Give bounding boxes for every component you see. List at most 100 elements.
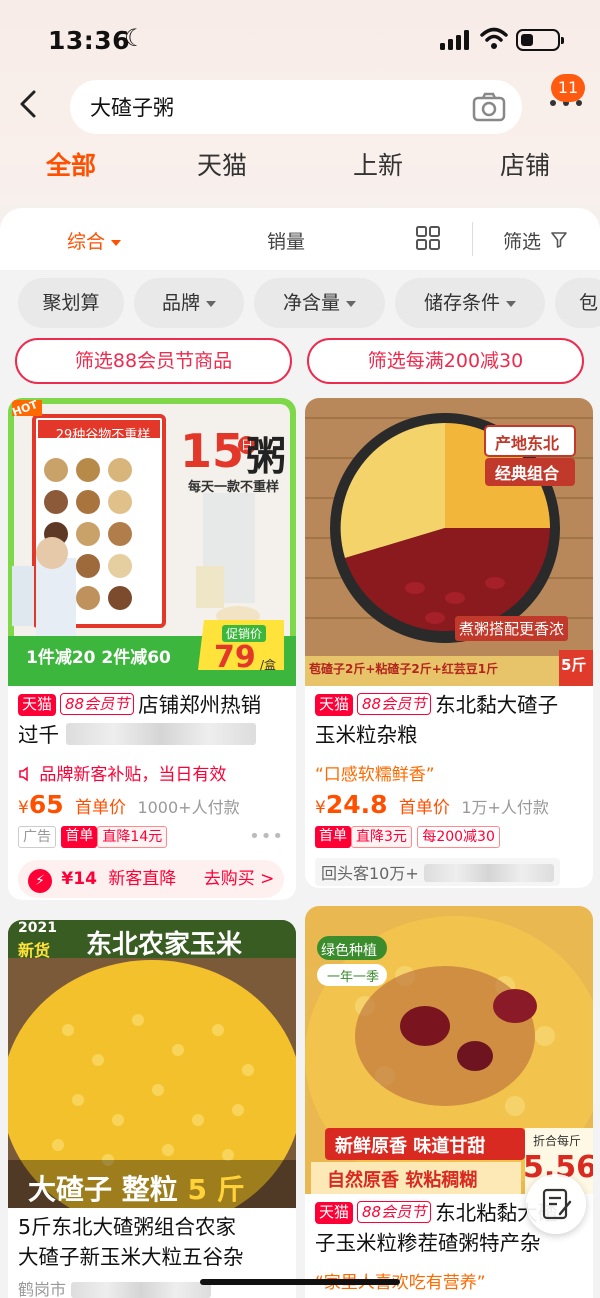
price-row: ¥24.8 首单价 1万+人付款 <box>315 790 549 819</box>
more-dots-icon[interactable]: ••• <box>249 826 284 847</box>
price-row: ¥65 首单价 1000+人付款 <box>18 790 240 819</box>
floating-edit-button[interactable] <box>526 1174 586 1234</box>
per-200-tag: 每200减30 <box>417 826 500 848</box>
image-new: 新货 <box>18 941 51 960</box>
image-year: 2021 <box>18 920 57 936</box>
signal-icon <box>440 30 469 50</box>
divider <box>472 222 473 256</box>
member-88-tag: 88会员节 <box>357 1201 432 1223</box>
filter-button[interactable]: 筛选 <box>503 227 541 254</box>
price: ¥24.8 <box>315 790 388 819</box>
image-caption-2: 自然原香 软粘稠糊 <box>327 1170 478 1191</box>
price-value: 65 <box>28 790 64 819</box>
image-banner: 29种谷物不重样 <box>55 428 151 443</box>
wifi-icon <box>480 27 508 49</box>
lightning-icon: ⚡ <box>28 869 52 893</box>
notification-badge: 11 <box>551 74 585 102</box>
image-promo: 1件减20 2件减60 <box>26 648 171 668</box>
coupon-amount: ¥14 <box>61 869 97 889</box>
filter-chips: 聚划算 品牌 净含量 储存条件 包 <box>0 278 600 328</box>
tab-new[interactable]: 上新 <box>353 146 403 182</box>
title-line-1: 店铺郑州热销 <box>138 693 262 717</box>
first-order-tag: 首单 <box>61 826 98 848</box>
price-value: 24.8 <box>325 790 388 819</box>
title-line-2: 过千 <box>18 723 59 747</box>
search-query: 大碴子粥 <box>90 96 174 120</box>
image-badge-green: 绿色种植 <box>321 943 377 959</box>
discount-tag: 直降14元 <box>97 826 168 848</box>
chip-brand-label: 品牌 <box>161 292 200 314</box>
product-card[interactable]: 绿色种植 一年一季 新鲜原香 味道甘甜 自然原香 软粘稠糊 折合每斤 5.56 … <box>305 906 593 1298</box>
product-card[interactable]: HOT 29种谷物不重样 15 日 粥 每天一款不重样 1件减20 2件减60 … <box>8 398 296 900</box>
status-bar: 13:36 ☾ <box>0 0 600 80</box>
member-88-tag: 88会员节 <box>357 693 432 715</box>
product-title: 天猫 88会员节 店铺郑州热销 过千 <box>18 690 290 750</box>
chip-package[interactable]: 包 <box>555 278 600 328</box>
image-badge-combo: 经典组合 <box>495 464 560 483</box>
image-badge-season: 一年一季 <box>327 970 380 985</box>
filter-88-member-button[interactable]: 筛选88会员节商品 <box>15 338 292 384</box>
edit-note-icon <box>542 1188 572 1220</box>
caret-down-icon <box>506 300 516 307</box>
image-bottom-a: 大碴子 整粒 <box>28 1173 178 1206</box>
first-order-tag: 首单 <box>315 826 351 848</box>
back-arrow-icon[interactable] <box>18 88 46 124</box>
image-price: 79 <box>214 640 256 675</box>
image-bottom-text: 大碴子 整粒 5 斤 <box>28 1168 245 1208</box>
price-note: 首单价 <box>75 798 127 818</box>
title-line-1: 东北黏大碴子 <box>435 693 559 717</box>
buy-now-link[interactable]: 去购买 > <box>204 869 275 889</box>
chip-brand[interactable]: 品牌 <box>134 278 244 328</box>
sort-comprehensive-label: 综合 <box>67 231 106 253</box>
notice-row: 品牌新客补贴，当日有效 <box>18 760 226 785</box>
tag-row: 广告 首单 直降14元 <box>18 826 168 848</box>
tag-row: 首单 直降3元 每200减30 <box>315 826 500 848</box>
image-big-number: 15 <box>180 424 245 478</box>
image-price-unit: /盒 <box>260 658 277 672</box>
blurred-text <box>423 864 554 882</box>
filter-discount-button[interactable]: 筛选每满200减30 <box>307 338 584 384</box>
caret-down-icon <box>346 300 356 307</box>
product-title: 天猫 88会员节 东北黏大碴子 玉米粒杂粮 <box>315 690 587 750</box>
product-title: 5斤东北大碴粥组合农家 大碴子新玉米大粒五谷杂 <box>18 1212 290 1272</box>
search-input[interactable]: 大碴子粥 <box>70 80 522 134</box>
grid-view-icon[interactable] <box>416 226 440 250</box>
product-image <box>8 920 296 1208</box>
status-time: 13:36 <box>48 26 131 55</box>
image-bottom-b: 5 斤 <box>187 1173 245 1206</box>
chip-juhuasuan[interactable]: 聚划算 <box>18 278 124 328</box>
image-banner: 东北农家玉米 <box>86 930 243 960</box>
tmall-tag: 天猫 <box>315 694 354 716</box>
coupon-row[interactable]: ⚡ ¥14 新客直降 去购买 > <box>18 860 284 898</box>
price-symbol: ¥ <box>18 798 29 818</box>
discount-tag: 直降3元 <box>351 826 412 848</box>
product-card[interactable]: 产地东北 经典组合 煮粥搭配更香浓 苞碴子2斤+粘碴子2斤+红芸豆1斤 5斤 天… <box>305 398 593 888</box>
price-symbol: ¥ <box>315 798 326 818</box>
member-88-tag: 88会员节 <box>60 693 135 715</box>
category-tabs: 全部 天猫 上新 店铺 <box>0 146 600 190</box>
funnel-icon[interactable] <box>551 232 567 248</box>
moon-icon: ☾ <box>124 24 146 52</box>
image-badge-origin: 产地东北 <box>495 434 560 453</box>
sort-sales[interactable]: 销量 <box>267 227 305 254</box>
image-caption-1: 新鲜原香 味道甘甜 <box>335 1136 486 1157</box>
chip-storage-label: 储存条件 <box>423 292 500 314</box>
product-card[interactable]: 2021 新货 东北农家玉米 大碴子 整粒 5 斤 5斤东北大碴粥组合农家 大碴… <box>8 920 296 1298</box>
repeat-customer-text: 回头客10万+ <box>321 864 419 883</box>
repeat-customer-row: 回头客10万+ <box>315 858 560 886</box>
blurred-text <box>65 723 256 745</box>
sort-comprehensive[interactable]: 综合 <box>67 227 122 254</box>
sales-count: 1000+人付款 <box>137 798 240 817</box>
chip-storage[interactable]: 储存条件 <box>395 278 545 328</box>
sort-bar: 综合 销量 筛选 <box>0 208 600 270</box>
title-line-2: 子玉米粒糁茬碴粥特产杂 <box>315 1231 541 1255</box>
tab-shops[interactable]: 店铺 <box>500 146 550 182</box>
location-text: 鹤岗市 <box>18 1280 67 1298</box>
blurred-text <box>71 1282 212 1298</box>
tab-all[interactable]: 全部 <box>46 146 96 182</box>
camera-icon[interactable] <box>472 91 506 123</box>
title-line-1: 5斤东北大碴粥组合农家 <box>18 1215 237 1239</box>
tab-tmall[interactable]: 天猫 <box>197 146 247 182</box>
chip-net-content[interactable]: 净含量 <box>254 278 385 328</box>
image-bottom-text: 苞碴子2斤+粘碴子2斤+红芸豆1斤 <box>309 662 499 676</box>
